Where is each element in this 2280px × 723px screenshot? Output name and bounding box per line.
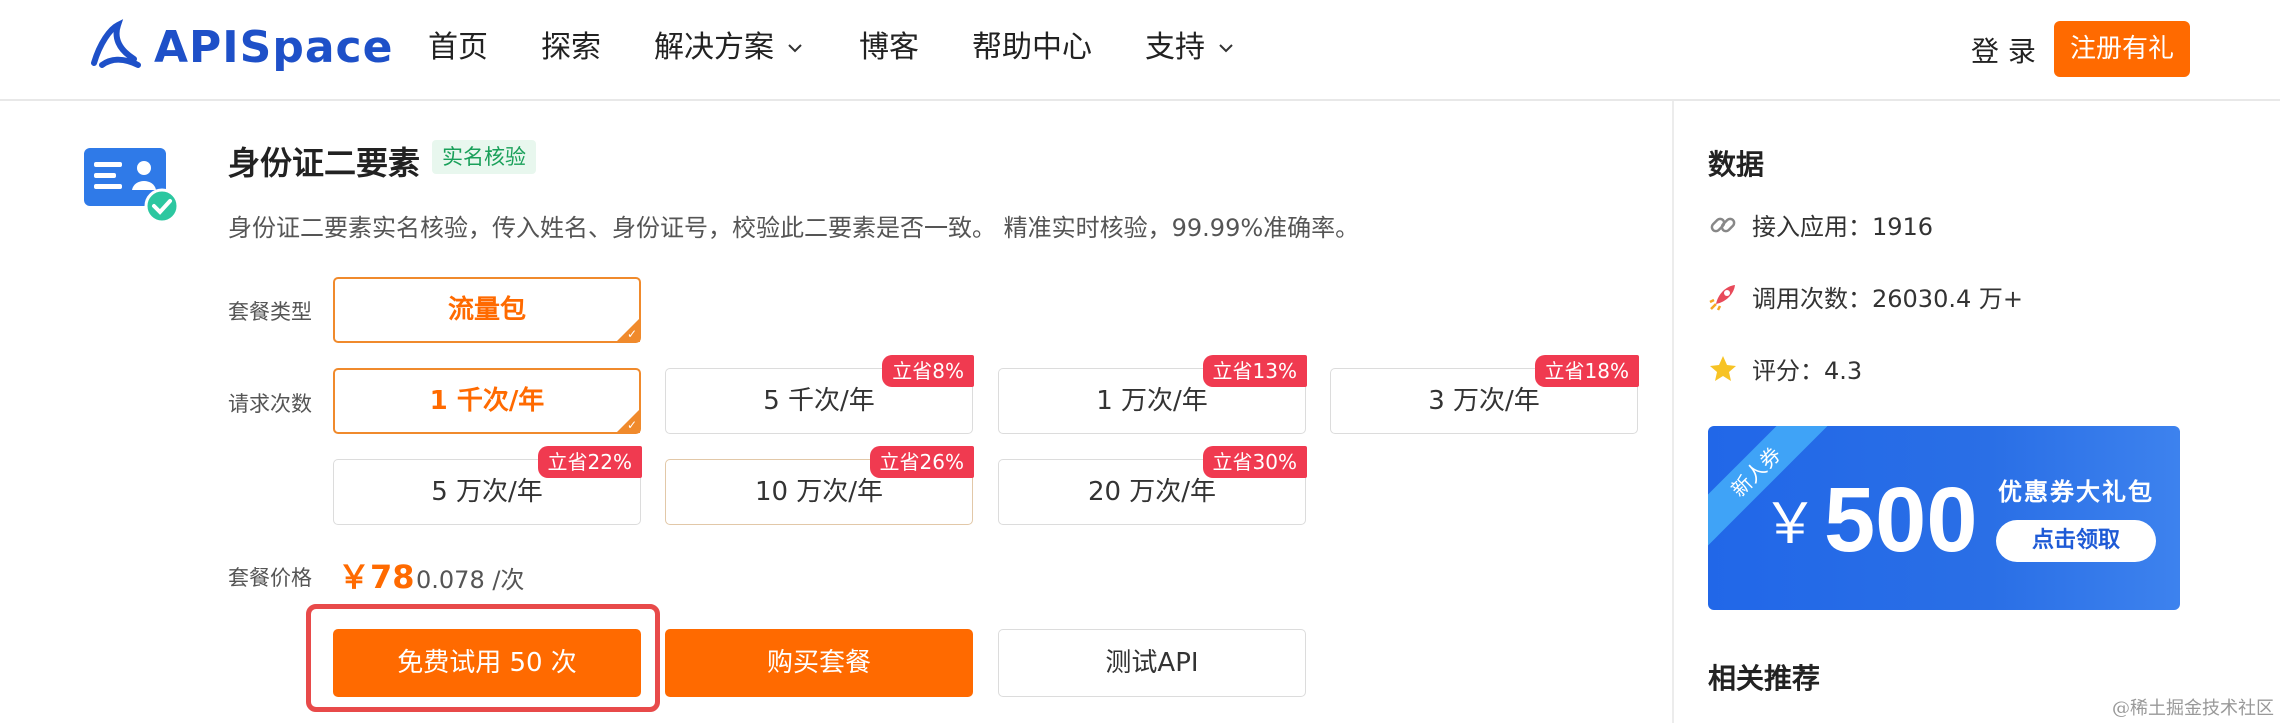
data-section-title: 数据 [1708, 148, 1765, 181]
unit-price: 0.078 /次 [416, 566, 525, 594]
logo-text: APISpace [154, 21, 394, 73]
discount-badge: 立省13% [1202, 355, 1307, 387]
discount-badge: 立省22% [537, 446, 642, 478]
count-option-label: 1 万次/年 [1096, 386, 1208, 416]
count-option-10k[interactable]: 1 万次/年 立省13% [998, 355, 1307, 434]
count-option-label: 5 千次/年 [763, 386, 875, 416]
coupon-label: 优惠券大礼包 [1998, 478, 2154, 506]
logo-mark-icon [91, 19, 141, 68]
discount-badge: 立省30% [1202, 446, 1307, 478]
stat-apps-text: 接入应用：1916 [1752, 213, 1934, 241]
test-api-button[interactable]: 测试API [998, 629, 1306, 697]
sidebar-divider [1672, 101, 1674, 723]
apispace-logo[interactable]: APISpace [88, 18, 393, 76]
free-trial-button[interactable]: 免费试用 50 次 [333, 629, 641, 697]
discount-badge: 立省18% [1534, 355, 1639, 387]
stat-calls: 调用次数：26030.4 万+ [1708, 279, 2023, 314]
package-type-option[interactable]: 流量包 ✓ [333, 277, 641, 343]
count-option-label: 5 万次/年 [431, 477, 543, 507]
star-icon [1710, 355, 1736, 381]
nav-item-explore[interactable]: 探索 [541, 26, 601, 70]
count-option-50k[interactable]: 5 万次/年 立省22% [333, 446, 642, 525]
nav-item-blog[interactable]: 博客 [859, 26, 919, 70]
chevron-down-icon [1219, 44, 1233, 53]
package-price-label: 套餐价格 [228, 566, 312, 590]
stat-rating-text: 评分：4.3 [1752, 357, 1863, 385]
package-price: ￥78 [338, 558, 415, 596]
coupon-currency: ￥ [1762, 492, 1818, 555]
product-tag: 实名核验 [432, 140, 536, 174]
rocket-icon [1709, 284, 1735, 311]
coupon-amount-value: 500 [1824, 469, 1978, 571]
nav-item-help-center[interactable]: 帮助中心 [972, 26, 1092, 70]
coupon-banner[interactable]: 新人券 ￥500 优惠券大礼包 点击领取 [1708, 426, 2180, 610]
id-card-icon [84, 148, 180, 224]
nav-item-support[interactable]: 支持 [1145, 26, 1237, 70]
discount-badge: 立省8% [882, 355, 974, 387]
stat-apps: 接入应用：1916 [1708, 207, 1933, 242]
product-title: 身份证二要素 [228, 144, 421, 182]
login-link[interactable]: 登 录 [1971, 30, 2036, 70]
count-option-100k[interactable]: 10 万次/年 立省26% [665, 446, 974, 525]
count-option-label: 1 千次/年 [429, 386, 545, 416]
request-count-label: 请求次数 [228, 392, 312, 416]
register-button[interactable]: 注册有礼 [2054, 21, 2190, 77]
stat-calls-text: 调用次数：26030.4 万+ [1752, 285, 2023, 313]
buy-package-button[interactable]: 购买套餐 [665, 629, 973, 697]
discount-badge: 立省26% [869, 446, 974, 478]
link-icon [1710, 217, 1736, 232]
count-option-30k[interactable]: 3 万次/年 立省18% [1330, 355, 1639, 434]
main-nav: 首页 探索 解决方案 博客 帮助中心 支持 [428, 26, 1290, 70]
nav-item-home[interactable]: 首页 [428, 26, 488, 70]
count-option-5k[interactable]: 5 千次/年 立省8% [665, 355, 974, 434]
check-icon: ✓ [626, 327, 637, 341]
related-section-title: 相关推荐 [1708, 662, 1821, 695]
watermark: @稀土掘金技术社区 [2112, 698, 2274, 719]
product-description: 身份证二要素实名核验，传入姓名、身份证号，校验此二要素是否一致。 精准实时核验，… [228, 214, 1360, 242]
check-icon: ✓ [626, 418, 637, 432]
chevron-down-icon [788, 44, 802, 53]
top-navbar: APISpace 首页 探索 解决方案 博客 帮助中心 支持 登 录 注册有礼 [0, 0, 2280, 101]
coupon-amount: ￥500 [1762, 468, 1978, 573]
package-type-option-label: 流量包 [447, 295, 526, 325]
nav-item-solutions[interactable]: 解决方案 [654, 26, 806, 70]
package-type-label: 套餐类型 [228, 300, 312, 324]
count-option-label: 20 万次/年 [1087, 477, 1217, 507]
count-option-label: 3 万次/年 [1428, 386, 1540, 416]
claim-coupon-button[interactable]: 点击领取 [1996, 520, 2156, 562]
count-option-label: 10 万次/年 [754, 477, 884, 507]
stat-rating: 评分：4.3 [1708, 351, 1862, 386]
count-option-1k[interactable]: 1 千次/年 ✓ [333, 368, 641, 434]
count-option-200k[interactable]: 20 万次/年 立省30% [998, 446, 1307, 525]
